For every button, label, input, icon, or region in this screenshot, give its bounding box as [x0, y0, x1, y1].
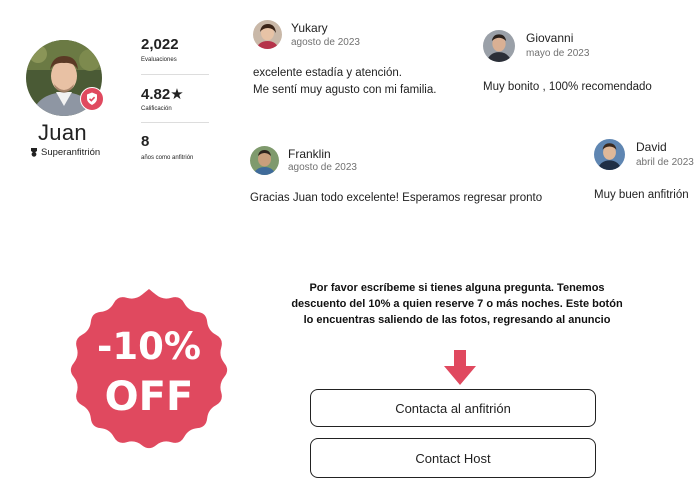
rating-caption: Calificación	[141, 106, 172, 112]
review-text-line: Gracias Juan todo excelente! Esperamos r…	[250, 192, 543, 204]
promo-message-line: descuento del 10% a quien reserve 7 o má…	[291, 298, 623, 310]
review-text-line: Me sentí muy agusto con mi familia.	[253, 84, 437, 96]
reviewer-name: Giovanni	[526, 31, 574, 45]
superhost-text: Superanfitrión	[41, 147, 101, 158]
stat-divider	[141, 122, 209, 123]
promo-message-line: Por favor escríbeme si tienes alguna pre…	[309, 282, 605, 294]
review-text-line: excelente estadía y atención.	[253, 67, 402, 79]
superhost-label: Superanfitrión	[30, 147, 100, 158]
reviewer-avatar	[594, 139, 625, 170]
contact-host-button-en[interactable]: Contact Host	[310, 438, 596, 478]
years-hosting: 8	[141, 133, 150, 150]
reviews-count-caption: Evaluaciones	[141, 57, 177, 63]
reviewer-name: Franklin	[288, 147, 331, 161]
review-text-line: Muy bonito , 100% recomendado	[483, 81, 652, 93]
review-date: abril de 2023	[636, 157, 694, 168]
rating-value: 4.82★	[141, 86, 184, 103]
review-text-line: Muy buen anfitrión	[594, 189, 689, 201]
reviewer-avatar	[250, 146, 279, 175]
badge-shape	[70, 289, 228, 449]
reviewer-avatar	[253, 20, 282, 49]
reviewer-name: David	[636, 140, 667, 154]
badge-off-text: OFF	[105, 374, 194, 420]
reviewer-name: Yukary	[291, 21, 328, 35]
reviews-count: 2,022	[141, 36, 179, 53]
arrow-down-icon	[442, 350, 478, 386]
promo-message-line: lo encuentras saliendo de las fotos, reg…	[303, 314, 611, 326]
discount-badge: -10% OFF	[66, 287, 232, 453]
superhost-medal-icon	[31, 148, 37, 157]
years-hosting-caption: años como anfitrión	[141, 155, 194, 161]
review-date: agosto de 2023	[288, 162, 357, 173]
promo-message: Por favor escríbeme si tienes alguna pre…	[282, 280, 632, 328]
stat-divider	[141, 74, 209, 75]
shield-check-icon	[80, 87, 104, 111]
contact-host-button-es[interactable]: Contacta al anfitrión	[310, 389, 596, 427]
review-date: mayo de 2023	[526, 48, 590, 59]
badge-discount-text: -10%	[97, 325, 201, 368]
reviewer-avatar	[483, 30, 515, 62]
review-date: agosto de 2023	[291, 37, 360, 48]
host-name: Juan	[38, 120, 87, 145]
